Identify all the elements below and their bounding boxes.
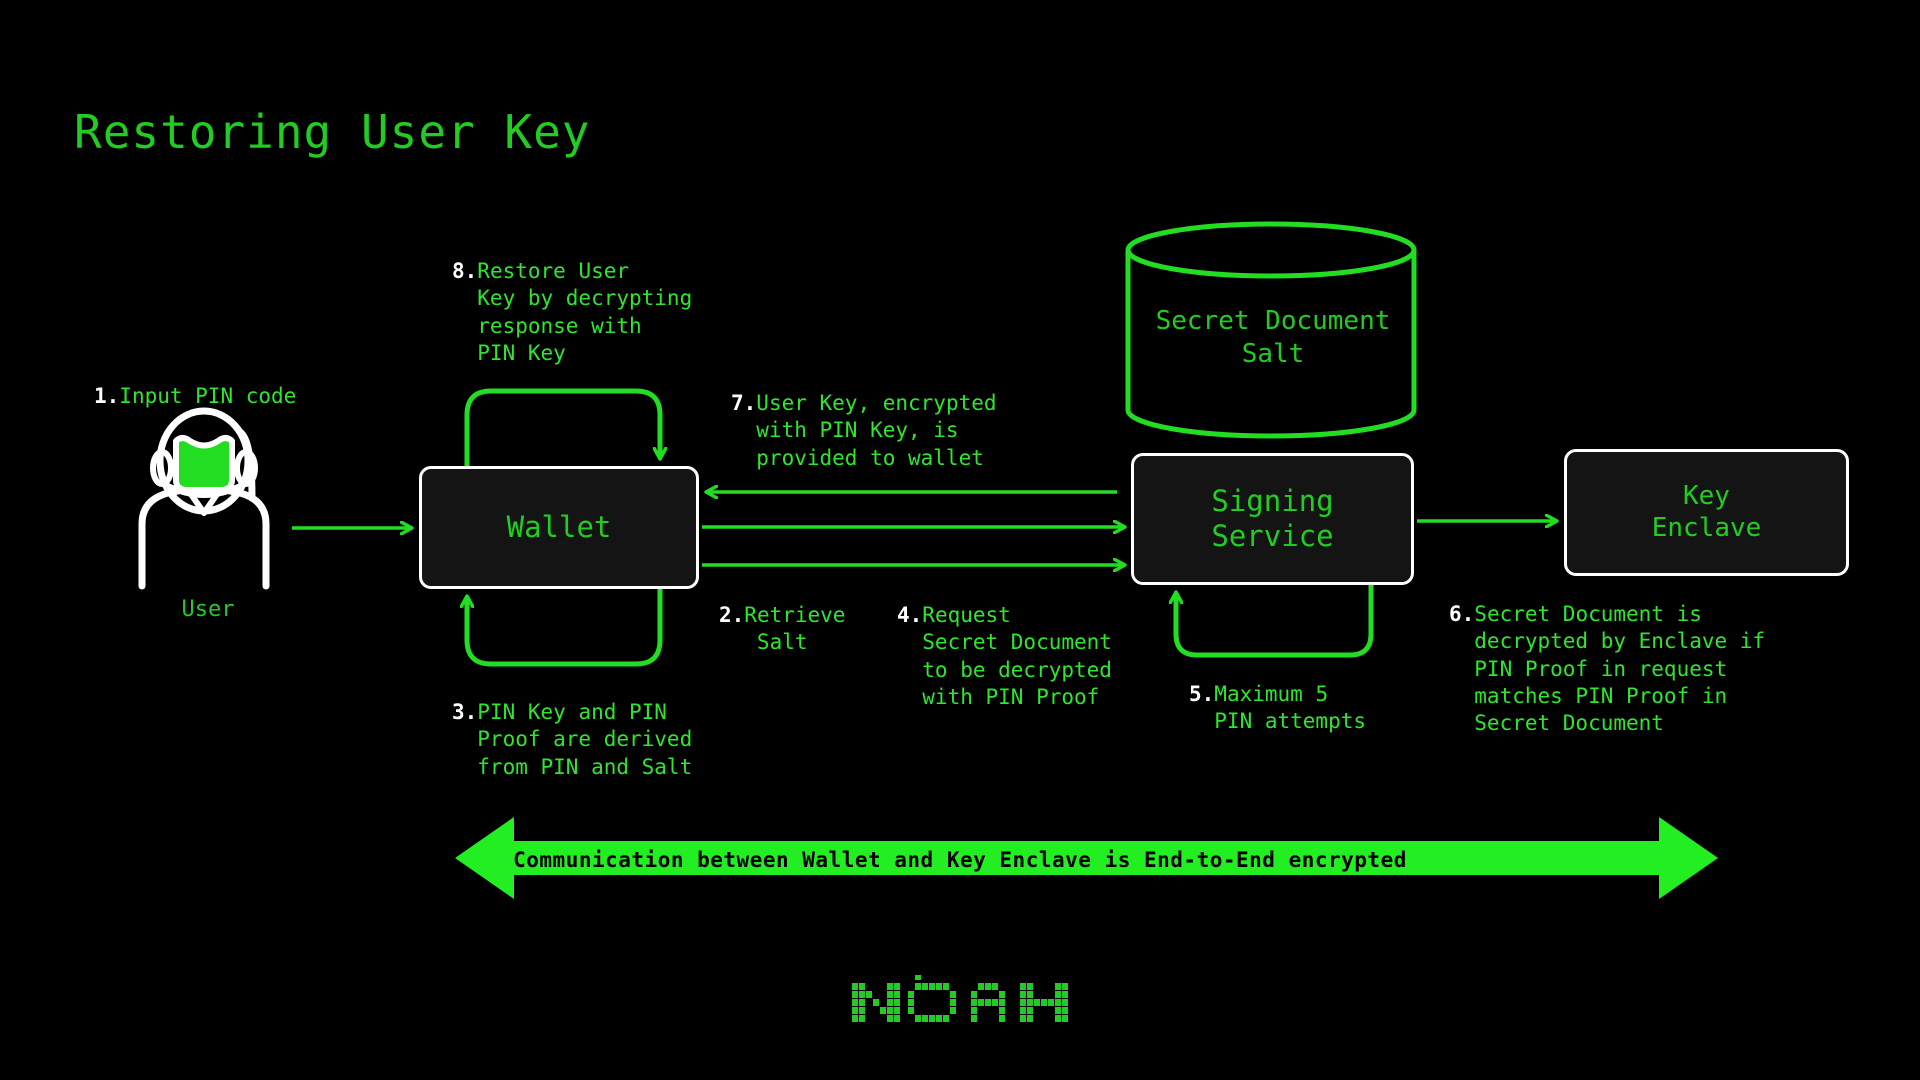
page-title: Restoring User Key — [74, 105, 591, 159]
node-user-label: User — [181, 597, 235, 622]
step-number: 7. — [731, 391, 757, 415]
node-wallet-label: Wallet — [506, 509, 612, 544]
step-annotation-6: 6.Secret Document is decrypted by Enclave… — [1449, 601, 1765, 737]
step-text: Input PIN code — [119, 384, 297, 408]
step-text: PIN Key and PIN Proof are derived from PIN… — [477, 700, 693, 779]
step-annotation-7: 7.User Key, encrypted with PIN Key, is pro… — [731, 390, 997, 472]
step-annotation-8: 8.Restore User Key by decrypting response … — [452, 258, 692, 367]
diagram-canvas: Restoring User Key Wallet Signing Servic… — [0, 0, 1920, 1080]
node-signing-service-label: Signing Service — [1211, 483, 1334, 553]
node-signing-service[interactable]: Signing Service — [1131, 453, 1414, 585]
step-text: Restore User Key by decrypting response wi… — [477, 259, 693, 365]
edge-wallet-selfloop-bottom — [467, 589, 663, 667]
step-text: Request Secret Document to be decrypted wit… — [922, 603, 1112, 709]
step-text: Maximum 5 PIN attempts — [1214, 682, 1366, 734]
step-number: 5. — [1189, 682, 1215, 706]
step-number: 6. — [1449, 602, 1475, 626]
step-text: User Key, encrypted with PIN Key, is provi… — [756, 391, 997, 470]
step-number: 4. — [897, 603, 923, 627]
node-wallet[interactable]: Wallet — [419, 466, 699, 589]
edge-wallet-selfloop-top — [464, 388, 660, 466]
node-key-enclave[interactable]: Key Enclave — [1564, 449, 1849, 576]
node-database-label: Secret Document Salt — [1155, 306, 1391, 369]
step-number: 1. — [94, 384, 120, 408]
node-key-enclave-label: Key Enclave — [1651, 480, 1762, 543]
step-annotation-4: 4.Request Secret Document to be decrypted w… — [897, 602, 1112, 711]
edge-signing-selfloop-bottom — [1176, 585, 1374, 658]
step-number: 3. — [452, 700, 478, 724]
step-annotation-5: 5.Maximum 5 PIN attempts — [1189, 681, 1366, 736]
step-annotation-1: 1.Input PIN code — [94, 383, 296, 410]
noah-logo — [852, 975, 1068, 1022]
astronaut-icon — [138, 407, 270, 590]
step-text: Secret Document is decrypted by Enclave i… — [1474, 602, 1766, 736]
step-number: 8. — [452, 259, 478, 283]
step-annotation-2: 2.Retrieve Salt — [719, 602, 845, 657]
e2e-encryption-banner-text: Communication between Wallet and Key Enc… — [513, 848, 1407, 872]
step-number: 2. — [719, 603, 745, 627]
step-annotation-3: 3.PIN Key and PIN Proof are derived from P… — [452, 699, 692, 781]
